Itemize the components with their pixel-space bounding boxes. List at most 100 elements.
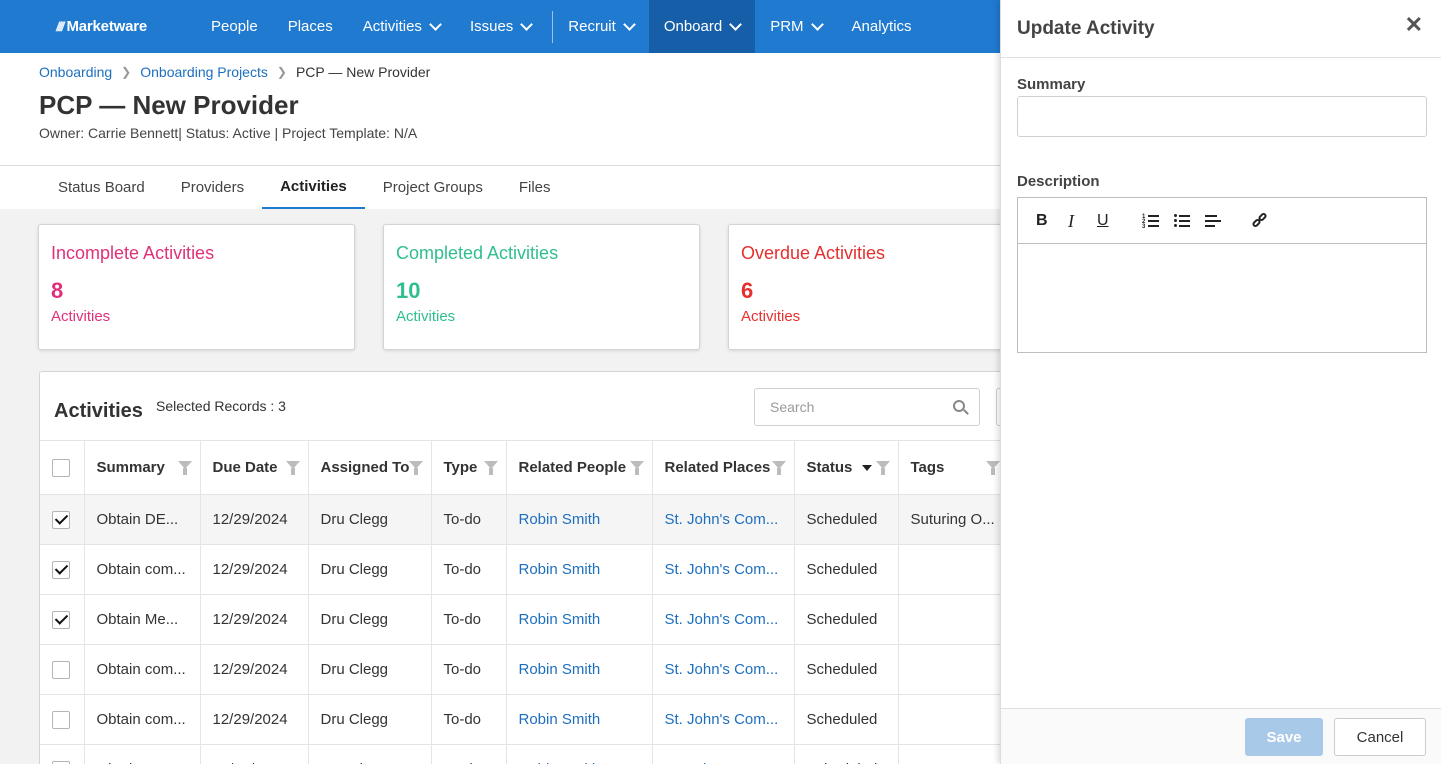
nav-item-people[interactable]: People [196,0,273,53]
filter-icon[interactable] [285,461,300,475]
cell-places[interactable]: St. John's Com... [652,594,795,645]
selected-records: Selected Records : 3 [156,398,286,414]
cell-people[interactable]: Robin Smith [506,644,653,695]
align-left-icon[interactable] [1205,214,1221,228]
tab-providers[interactable]: Providers [163,166,262,209]
project-tabs: Status Board Providers Activities Project G… [0,165,1000,209]
table-row[interactable]: Obtain com... 12/29/2024 Dru Clegg To-do Rob… [40,694,1009,745]
select-all-checkbox[interactable] [52,458,70,477]
marketware-logo[interactable]: //// Marketware [56,18,178,35]
cell-tags [898,544,1009,595]
link-icon[interactable] [1251,211,1270,230]
filter-icon[interactable] [177,461,192,475]
col-related-places[interactable]: Related Places [652,440,795,495]
tab-status-board[interactable]: Status Board [40,166,163,209]
cell-people[interactable]: Robin Smith [506,694,653,745]
filter-icon[interactable] [985,461,1000,475]
completed-activities-card[interactable]: Completed Activities 10 Activities [383,224,700,350]
cell-places[interactable]: St. John's Com... [652,544,795,595]
cancel-button[interactable]: Cancel [1334,718,1426,756]
cell-places[interactable]: St. John's Com... [652,494,795,545]
close-icon[interactable]: ✕ [1405,14,1423,36]
search-box [754,388,980,426]
bullet-list-icon[interactable] [1174,214,1190,228]
description-label: Description [1017,173,1100,190]
nav-item-analytics[interactable]: Analytics [837,0,927,53]
cell-people[interactable]: Robin Smith [506,494,653,545]
overdue-activities-card[interactable]: Overdue Activities 6 Activities [728,224,1045,350]
row-checkbox[interactable] [52,510,70,529]
col-tags[interactable]: Tags [898,440,1009,495]
row-checkbox[interactable] [52,710,70,729]
summary-input[interactable] [1017,96,1427,137]
tab-project-groups[interactable]: Project Groups [365,166,501,209]
nav-item-label: Issues [469,18,514,35]
col-due-date[interactable]: Due Date [200,440,309,495]
nav-item-places[interactable]: Places [273,0,348,53]
nav-item-prm[interactable]: PRM [755,0,836,53]
stat-value: 8 [51,278,64,303]
cell-places[interactable]: St. John's Com... [652,694,795,745]
cell-due: 12/29/2024 [200,744,309,764]
cell-places[interactable]: St. John's Com... [652,744,795,764]
nav-item-label: Recruit [568,18,616,35]
chevron-right-icon: ❯ [276,65,287,79]
nav-item-issues[interactable]: Issues [455,0,546,53]
cell-people[interactable]: Robin Smith [506,544,653,595]
description-text-area[interactable] [1018,244,1426,352]
cell-people[interactable]: Robin Smith [506,744,653,764]
row-checkbox[interactable] [52,610,70,629]
cell-people[interactable]: Robin Smith [506,594,653,645]
breadcrumb-onboarding-projects[interactable]: Onboarding Projects [140,64,268,80]
bold-icon[interactable]: B [1036,212,1048,230]
col-assigned-to[interactable]: Assigned To [308,440,432,495]
nav-item-recruit[interactable]: Recruit [553,0,649,53]
tab-activities[interactable]: Activities [262,166,365,209]
incomplete-activities-card[interactable]: Incomplete Activities 8 Activities [38,224,355,350]
panel-title: Update Activity [1017,18,1155,39]
cell-assigned: Dru Clegg [308,544,432,595]
ordered-list-icon[interactable]: 123 [1142,214,1159,230]
col-status[interactable]: Status [794,440,899,495]
filter-icon[interactable] [875,461,890,475]
table-row[interactable]: Obtain com... 12/29/2024 Dru Clegg To-do Rob… [40,544,1009,595]
cell-places[interactable]: St. John's Com... [652,644,795,695]
summary-label: Summary [1017,76,1086,93]
filter-icon[interactable] [408,461,423,475]
underline-icon[interactable]: U [1097,212,1109,230]
nav-item-onboard[interactable]: Onboard [648,0,756,53]
breadcrumb-current: PCP — New Provider [295,64,431,80]
search-input[interactable] [755,389,945,425]
row-checkbox[interactable] [52,560,70,579]
col-type[interactable]: Type [431,440,507,495]
tab-files[interactable]: Files [501,166,569,209]
search-icon[interactable] [953,400,965,412]
sort-desc-icon[interactable] [862,465,873,472]
row-checkbox[interactable] [52,660,70,679]
logo-text: Marketware [66,18,147,35]
cell-status: Scheduled [794,694,899,745]
cell-type: To-do [431,494,507,545]
cell-due: 12/29/2024 [200,644,309,695]
breadcrumb-onboarding[interactable]: Onboarding [39,64,112,80]
table-row[interactable]: Obtain Me...12/29/2024Dru CleggTo-doRobi… [40,744,1009,764]
row-select-cell [40,694,85,745]
filter-icon[interactable] [629,461,644,475]
nav-item-activities[interactable]: Activities [348,0,455,53]
nav-item-label: PRM [770,18,804,35]
italic-icon[interactable]: I [1068,212,1074,230]
save-button[interactable]: Save [1245,718,1323,756]
filter-icon[interactable] [483,461,498,475]
filter-icon[interactable] [771,461,786,475]
table-row[interactable]: Obtain com... 12/29/2024 Dru Clegg To-do Rob… [40,644,1009,695]
table-row[interactable]: Obtain Me...12/29/2024Dru CleggTo-doRobi… [40,594,1009,645]
panel-header: Update Activity ✕ [1001,0,1441,58]
col-related-people[interactable]: Related People [506,440,653,495]
table-row[interactable]: Obtain DE... 12/29/2024 Dru Clegg To-do Robi… [40,494,1009,545]
col-label: Type [443,459,478,476]
row-checkbox[interactable] [52,760,70,764]
col-summary[interactable]: Summary [84,440,201,495]
cell-status: Scheduled [794,544,899,595]
activities-panel: Activities Selected Records : 3 Summary … [39,371,1026,764]
description-editor: B I U 123 [1017,197,1427,353]
